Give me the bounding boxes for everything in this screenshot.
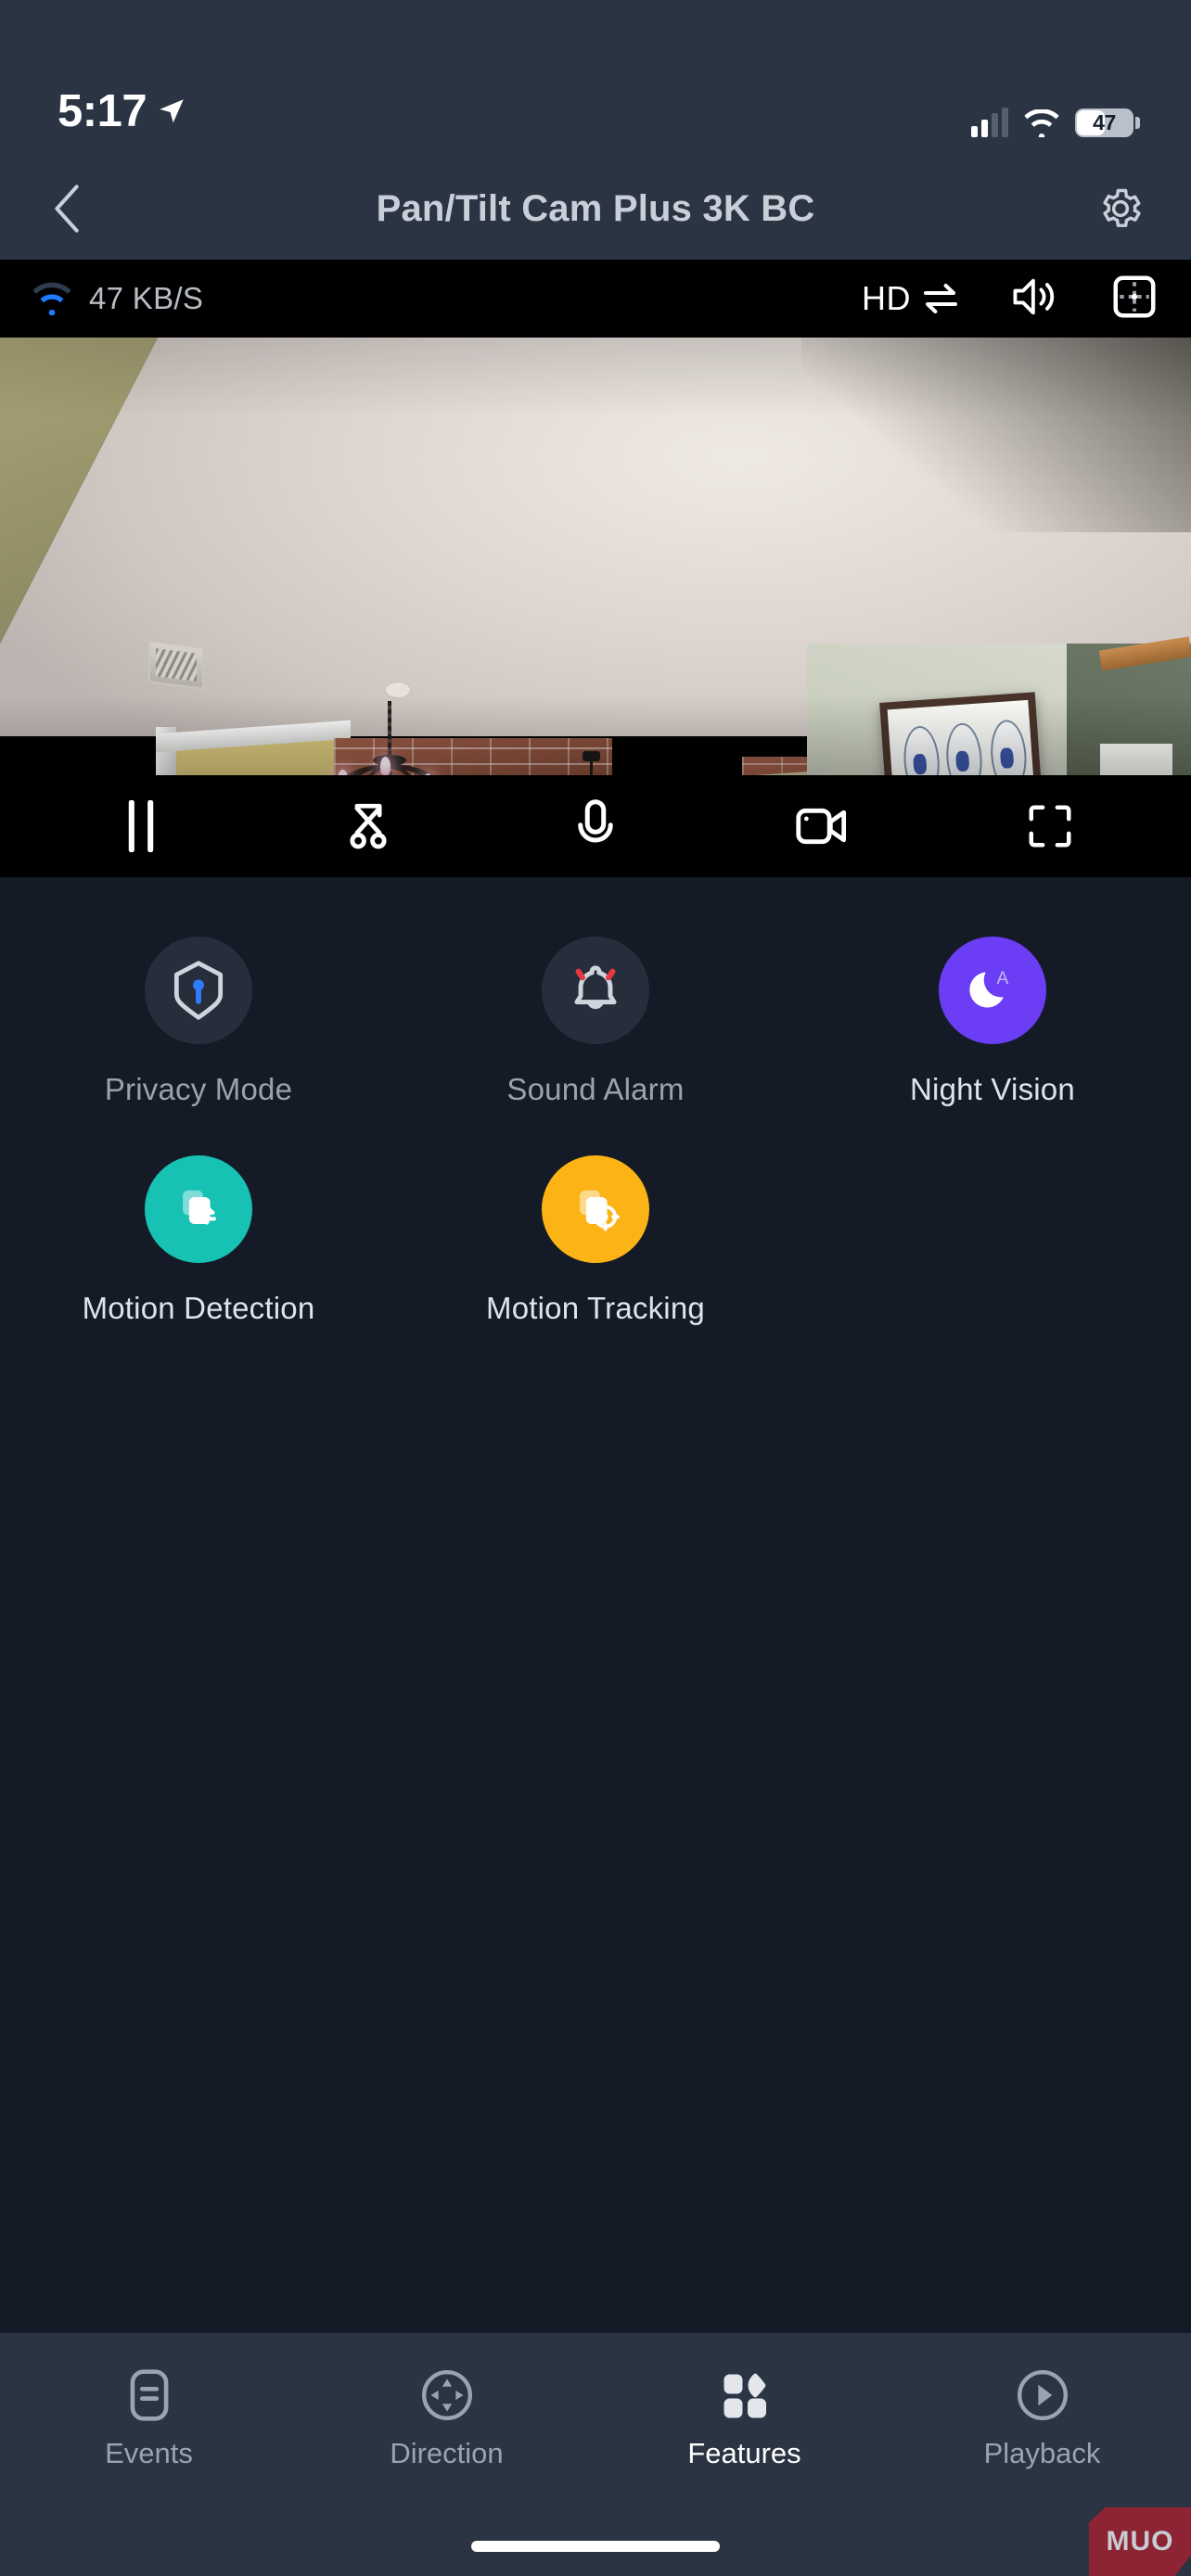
record-button[interactable] [786,789,860,863]
features-grid: Privacy Mode Sound Alarm A Night Vision [0,877,1191,1374]
pause-button[interactable] [104,789,178,863]
feature-label: Night Vision [910,1072,1075,1106]
tab-label: Events [105,2437,193,2469]
tab-label: Playback [983,2437,1101,2469]
home-indicator [471,2541,720,2552]
split-view-button[interactable] [1109,272,1159,326]
fullscreen-button[interactable] [1013,789,1087,863]
chevron-left-icon [55,185,79,233]
pause-icon [129,800,154,852]
talk-button[interactable] [558,789,633,863]
motion-target-icon [580,1190,620,1231]
list-document-icon [130,2369,168,2421]
feature-privacy-mode[interactable]: Privacy Mode [0,937,397,1107]
nav-tab-events[interactable]: Events [0,2359,298,2470]
feature-label: Motion Detection [82,1291,315,1325]
motion-swap-icon [183,1190,216,1225]
tab-label: Features [687,2437,801,2469]
feature-icon-circle [541,1155,649,1263]
bitrate-label: 47 KB/S [89,281,204,315]
feature-label: Sound Alarm [506,1072,685,1106]
gear-icon [1103,188,1141,227]
tab-icon-wrap [124,2359,174,2431]
feature-label: Privacy Mode [104,1072,293,1106]
nav-tab-playback[interactable]: Playback [893,2359,1191,2470]
wifi-signal-icon [32,282,71,315]
watermark: MUO [1089,2507,1191,2576]
play-circle-icon [1017,2370,1068,2420]
nav-tab-features[interactable]: Features [596,2359,893,2470]
fullscreen-icon [1029,805,1071,848]
video-top-bar: 47 KB/S HD [0,260,1191,338]
four-squares-icon [724,2373,766,2418]
bell-ringing-icon [574,965,617,1010]
features-row-1: Privacy Mode Sound Alarm A Night Vision [0,937,1191,1155]
tab-icon-wrap [418,2359,476,2431]
feature-icon-circle [541,937,649,1044]
status-bar: 5:17 47 [0,0,1191,158]
nav-tab-direction[interactable]: Direction [298,2359,596,2470]
snapshot-button[interactable] [331,789,405,863]
back-button[interactable] [46,185,87,233]
speaker-button[interactable] [1009,274,1061,325]
tab-icon-wrap [717,2359,773,2431]
wifi-icon [1024,108,1059,137]
camera-scene [0,338,1191,775]
status-bar-right: 47 [971,107,1140,137]
tab-label: Direction [390,2437,504,2469]
battery-level: 47 [1093,110,1116,134]
scissors-icon [350,803,387,849]
battery-icon: 47 [1075,108,1140,137]
feature-empty-slot [794,1155,1191,1326]
moon-auto-icon: A [969,969,1008,1008]
swap-arrows-icon [924,284,957,313]
speaker-on-icon [1013,278,1055,314]
feature-night-vision[interactable]: A Night Vision [794,937,1191,1107]
live-video-view[interactable] [0,338,1191,775]
feature-icon-circle [144,937,252,1044]
cellular-bars-icon [971,107,1008,137]
shield-keyhole-icon [173,961,224,1020]
feature-label: Motion Tracking [486,1291,705,1325]
bottom-nav-tabs: Events Direction Features Playback [0,2333,1191,2470]
location-arrow-icon [160,99,184,123]
watermark-text: MUO [1106,2526,1174,2557]
app-header: Pan/Tilt Cam Plus 3K BC [0,158,1191,260]
feature-motion-tracking[interactable]: Motion Tracking [397,1155,794,1326]
feature-motion-detection[interactable]: Motion Detection [0,1155,397,1326]
features-row-2: Motion Detection Motion Tracking [0,1155,1191,1374]
microphone-icon [578,799,613,843]
page-title: Pan/Tilt Cam Plus 3K BC [376,187,815,229]
feature-icon-circle: A [938,937,1046,1044]
quality-label: HD [862,279,911,317]
status-bar-left: 5:17 [58,85,187,137]
video-top-bar-actions: HD [862,272,1159,326]
tab-icon-wrap [1014,2359,1071,2431]
grid-crosshair-icon [1113,275,1156,317]
feature-sound-alarm[interactable]: Sound Alarm [397,937,794,1107]
video-control-bar [0,775,1191,877]
dpad-circle-icon [421,2370,472,2420]
feature-icon-circle [144,1155,252,1263]
settings-button[interactable] [1096,185,1145,233]
bottom-nav: Events Direction Features Playback MUO [0,2333,1191,2576]
quality-toggle-button[interactable]: HD [862,279,961,318]
camcorder-icon [796,808,846,845]
svg-text:A: A [996,969,1008,988]
status-time: 5:17 [58,86,147,136]
